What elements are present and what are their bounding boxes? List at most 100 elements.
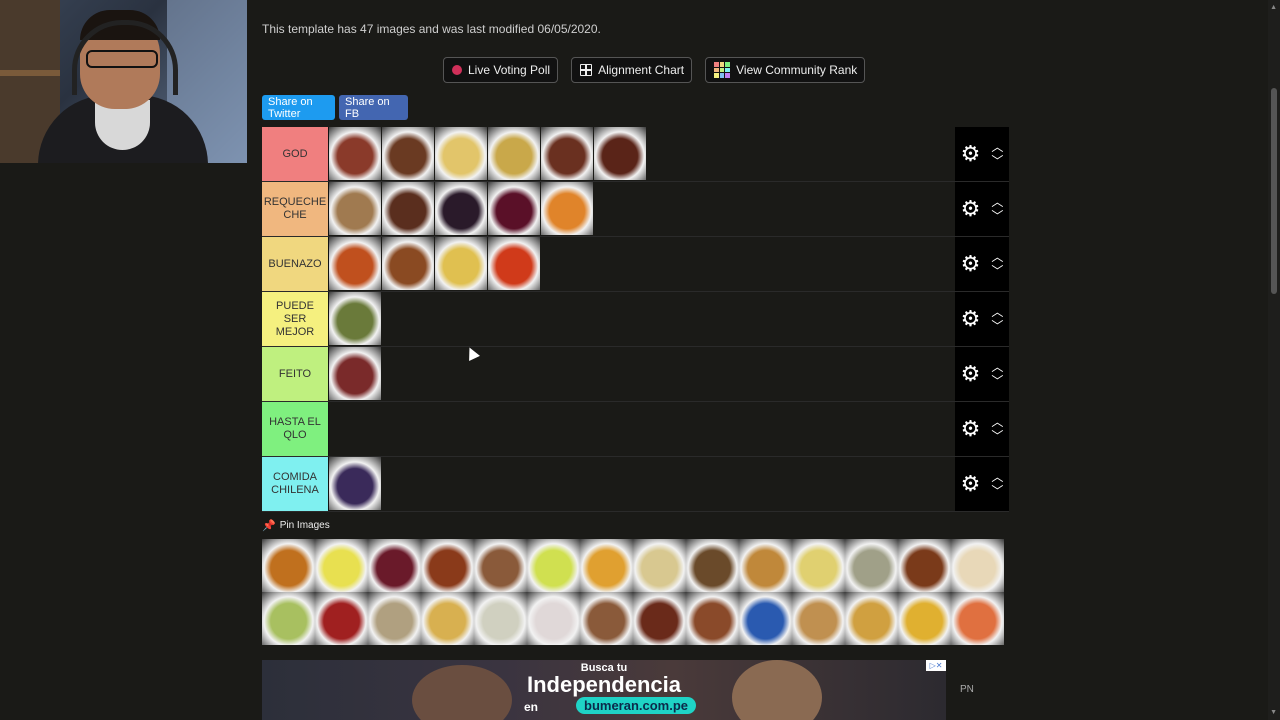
chevron-down-icon[interactable]: ﹀ xyxy=(991,320,1003,332)
chevron-down-icon[interactable]: ﹀ xyxy=(991,485,1003,497)
gear-icon[interactable]: ⚙ xyxy=(961,253,981,275)
pin-images-toggle[interactable]: 📌 Pin Images xyxy=(262,519,330,532)
pool-food-image[interactable] xyxy=(315,592,368,645)
tier-items[interactable] xyxy=(329,292,955,346)
pool-food-image[interactable] xyxy=(845,592,898,645)
tier-items[interactable] xyxy=(329,127,955,181)
pool-food-image[interactable] xyxy=(368,539,421,592)
pool-food-image[interactable] xyxy=(898,592,951,645)
pool-food-image[interactable] xyxy=(421,539,474,592)
food-image[interactable] xyxy=(382,237,435,290)
chevron-up-icon[interactable]: ︿ xyxy=(991,361,1003,373)
pool-food-image[interactable] xyxy=(739,592,792,645)
food-image[interactable] xyxy=(435,237,488,290)
chevron-up-icon[interactable]: ︿ xyxy=(991,251,1003,263)
gear-icon[interactable]: ⚙ xyxy=(961,308,981,330)
chevron-down-icon[interactable]: ﹀ xyxy=(991,210,1003,222)
pool-food-image[interactable] xyxy=(686,592,739,645)
pool-food-image[interactable] xyxy=(580,539,633,592)
chevron-down-icon[interactable]: ﹀ xyxy=(991,155,1003,167)
pool-food-image[interactable] xyxy=(527,592,580,645)
pool-food-image[interactable] xyxy=(686,539,739,592)
pool-food-image[interactable] xyxy=(898,539,951,592)
tier-list: GOD ⚙ ︿ ﹀ REQUECHE CHE ⚙ ︿ ﹀ BUENAZO ⚙ ︿ ﹀ PUEDE SER… xyxy=(262,127,1009,512)
tier-label[interactable]: COMIDA CHILENA xyxy=(262,457,329,511)
share-twitter-button[interactable]: Share on Twitter xyxy=(262,95,335,120)
chevron-down-icon[interactable]: ﹀ xyxy=(991,430,1003,442)
pool-food-image[interactable] xyxy=(262,539,315,592)
tier-label[interactable]: GOD xyxy=(262,127,329,181)
gear-icon[interactable]: ⚙ xyxy=(961,363,981,385)
food-image[interactable] xyxy=(541,127,594,180)
chevron-up-icon[interactable]: ︿ xyxy=(991,471,1003,483)
food-image[interactable] xyxy=(329,347,382,400)
chevron-up-icon[interactable]: ︿ xyxy=(991,306,1003,318)
pool-food-image[interactable] xyxy=(262,592,315,645)
pool-food-image[interactable] xyxy=(474,539,527,592)
scroll-down-arrow-icon[interactable]: ▼ xyxy=(1270,709,1277,716)
chevron-up-icon[interactable]: ︿ xyxy=(991,196,1003,208)
food-image[interactable] xyxy=(435,182,488,235)
tier-label[interactable]: BUENAZO xyxy=(262,237,329,291)
pool-food-image[interactable] xyxy=(580,592,633,645)
pool-food-image[interactable] xyxy=(845,539,898,592)
alignment-chart-button[interactable]: Alignment Chart xyxy=(571,57,693,83)
gear-icon[interactable]: ⚙ xyxy=(961,418,981,440)
pool-food-image[interactable] xyxy=(527,539,580,592)
pool-food-image[interactable] xyxy=(421,592,474,645)
image-pool xyxy=(262,539,1009,645)
advertisement-banner[interactable]: Busca tu Independencia en bumeran.com.pe… xyxy=(262,660,946,720)
tier-items[interactable] xyxy=(329,457,955,511)
tier-label[interactable]: HASTA EL QLO xyxy=(262,402,329,456)
tier-items[interactable] xyxy=(329,347,955,401)
food-image[interactable] xyxy=(435,127,488,180)
food-image[interactable] xyxy=(488,127,541,180)
pool-food-image[interactable] xyxy=(951,539,1004,592)
food-image[interactable] xyxy=(541,182,594,235)
food-image[interactable] xyxy=(488,182,541,235)
ad-url-badge[interactable]: bumeran.com.pe xyxy=(576,697,697,714)
pool-food-image[interactable] xyxy=(633,592,686,645)
tier-label[interactable]: FEITO xyxy=(262,347,329,401)
chevron-up-icon[interactable]: ︿ xyxy=(991,141,1003,153)
pool-food-image[interactable] xyxy=(739,539,792,592)
share-facebook-button[interactable]: Share on FB xyxy=(339,95,408,120)
food-image[interactable] xyxy=(329,182,382,235)
food-image[interactable] xyxy=(329,457,382,510)
food-image[interactable] xyxy=(594,127,647,180)
chevron-down-icon[interactable]: ﹀ xyxy=(991,265,1003,277)
scroll-thumb[interactable] xyxy=(1271,88,1277,294)
live-voting-button[interactable]: Live Voting Poll xyxy=(443,57,559,83)
food-image[interactable] xyxy=(329,292,382,345)
tier-items[interactable] xyxy=(329,237,955,291)
food-image[interactable] xyxy=(329,127,382,180)
pool-food-image[interactable] xyxy=(633,539,686,592)
tier-label[interactable]: REQUECHE CHE xyxy=(262,182,329,236)
tier-controls: ⚙ ︿ ﹀ xyxy=(955,237,1009,291)
pool-food-image[interactable] xyxy=(792,539,845,592)
gear-icon[interactable]: ⚙ xyxy=(961,198,981,220)
gear-icon[interactable]: ⚙ xyxy=(961,143,981,165)
food-image[interactable] xyxy=(382,127,435,180)
chevron-up-icon[interactable]: ︿ xyxy=(991,416,1003,428)
tier-label[interactable]: PUEDE SER MEJOR xyxy=(262,292,329,346)
page-scrollbar[interactable]: ▲ ▼ xyxy=(1268,0,1280,720)
tier-items[interactable] xyxy=(329,182,955,236)
pool-food-image[interactable] xyxy=(474,592,527,645)
pool-food-image[interactable] xyxy=(951,592,1004,645)
community-rank-button[interactable]: View Community Rank xyxy=(705,57,866,83)
pool-food-image[interactable] xyxy=(315,539,368,592)
food-image[interactable] xyxy=(329,237,382,290)
pin-icon: 📌 xyxy=(262,520,276,532)
ad-info-icon[interactable]: ▷✕ xyxy=(926,660,946,671)
pool-food-image[interactable] xyxy=(368,592,421,645)
tier-row: GOD ⚙ ︿ ﹀ xyxy=(262,127,1009,182)
food-image[interactable] xyxy=(382,182,435,235)
food-image[interactable] xyxy=(488,237,541,290)
chevron-down-icon[interactable]: ﹀ xyxy=(991,375,1003,387)
tier-items[interactable] xyxy=(329,402,955,456)
pool-food-image[interactable] xyxy=(792,592,845,645)
scroll-up-arrow-icon[interactable]: ▲ xyxy=(1270,4,1277,11)
gear-icon[interactable]: ⚙ xyxy=(961,473,981,495)
tier-controls: ⚙ ︿ ﹀ xyxy=(955,402,1009,456)
